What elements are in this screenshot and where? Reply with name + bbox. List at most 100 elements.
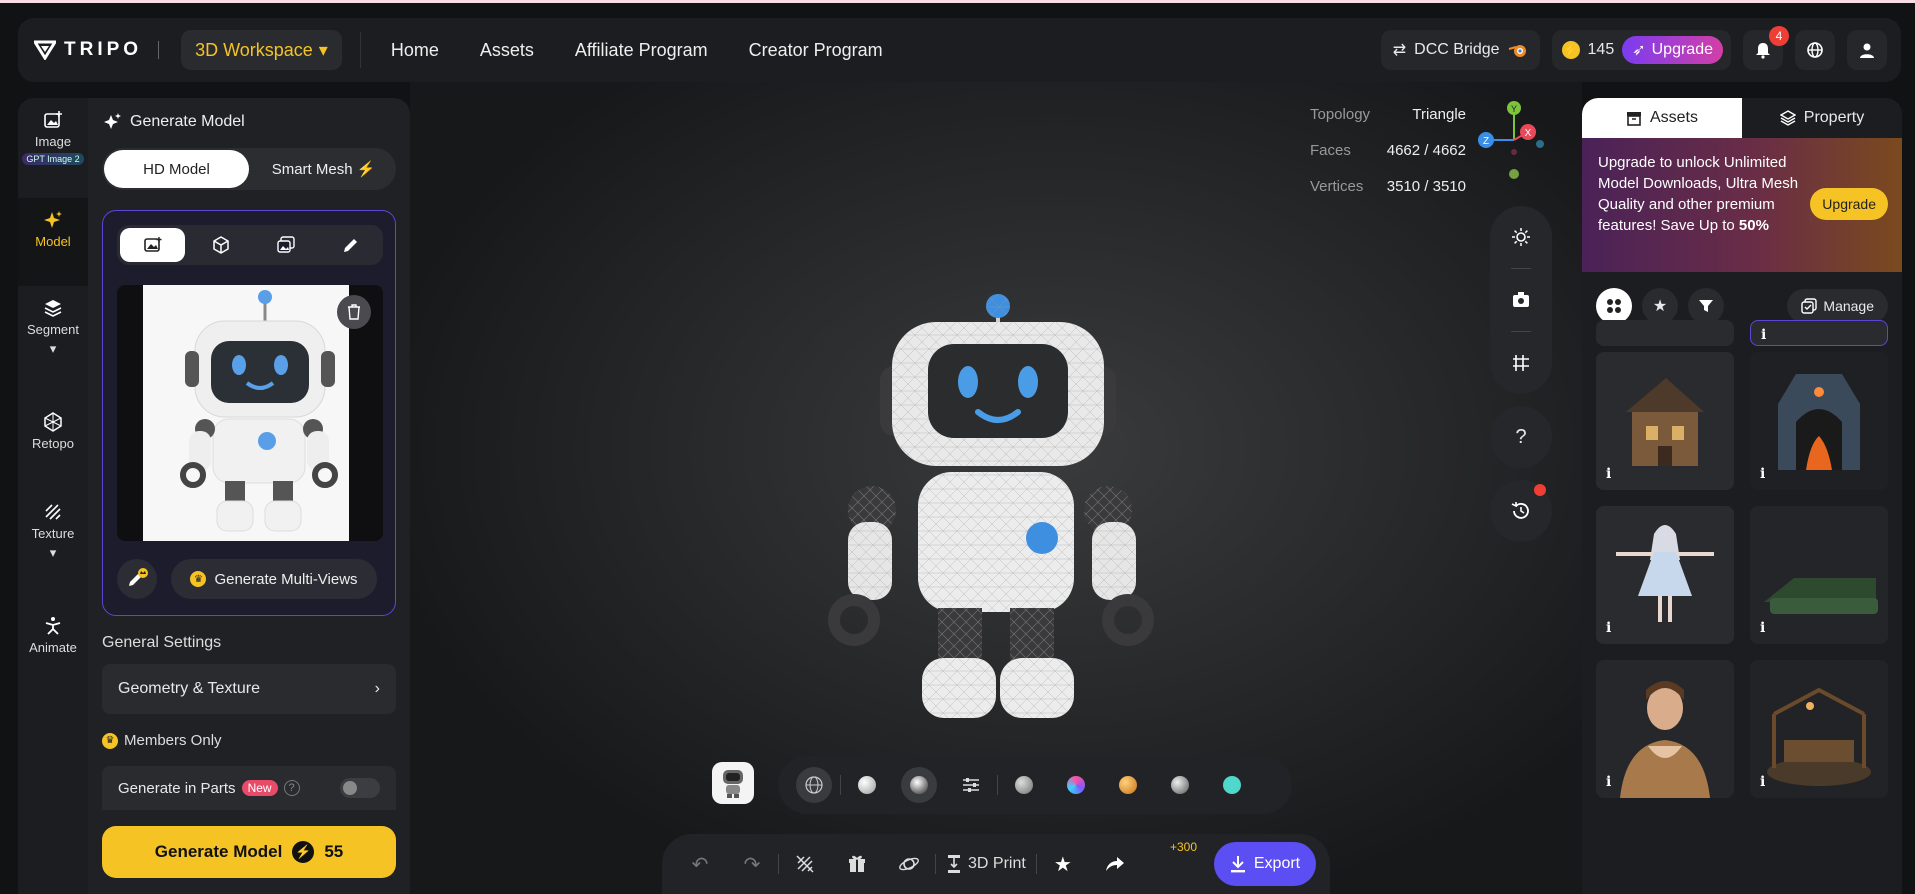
geometry-texture-row[interactable]: Geometry & Texture › <box>102 664 396 714</box>
export-button[interactable]: Export <box>1214 842 1316 886</box>
info-icon[interactable]: i <box>1606 620 1611 636</box>
rail-item-model[interactable]: Model <box>18 210 88 249</box>
info-icon[interactable]: i <box>1760 620 1765 636</box>
credits-widget[interactable]: ⚡ 145 ➶ Upgrade <box>1551 30 1731 70</box>
asset-tile-partial[interactable] <box>1596 320 1734 346</box>
info-icon[interactable]: i <box>1760 466 1765 482</box>
redo-button[interactable]: ↷ <box>726 842 778 886</box>
promo-upgrade-button[interactable]: Upgrade <box>1810 188 1888 220</box>
model-type-toggle: HD Model Smart Mesh ⚡ <box>102 148 396 190</box>
viewport-side-tools <box>1490 206 1552 394</box>
geometry-texture-label: Geometry & Texture <box>118 680 260 697</box>
wireframe-toggle[interactable] <box>788 767 840 803</box>
stack-icon <box>1779 110 1796 126</box>
axis-gizmo[interactable]: Y X Z <box>1474 98 1544 188</box>
nav-assets[interactable]: Assets <box>480 40 534 61</box>
manage-label: Manage <box>1823 298 1874 314</box>
trash-icon <box>348 304 360 320</box>
star-icon: ★ <box>1652 298 1668 315</box>
manage-button[interactable]: Manage <box>1787 289 1888 323</box>
gift-button[interactable] <box>831 842 883 886</box>
sketch-tab[interactable] <box>318 225 383 265</box>
history-button[interactable] <box>1490 480 1552 542</box>
robot-3d-model[interactable] <box>810 286 1170 730</box>
tab-assets[interactable]: Assets <box>1582 98 1742 138</box>
generate-model-button[interactable]: Generate Model ⚡ 55 <box>102 826 396 878</box>
help-icon[interactable]: ? <box>283 780 300 796</box>
camera-icon[interactable] <box>1511 290 1531 310</box>
stat-row: Topology Triangle <box>1310 96 1466 132</box>
tab-property[interactable]: Property <box>1742 98 1902 138</box>
filter-button[interactable] <box>1688 288 1724 324</box>
share-button[interactable] <box>1089 842 1141 886</box>
language-button[interactable] <box>1795 30 1835 70</box>
favorites-filter[interactable]: ★ <box>1642 288 1678 324</box>
info-icon[interactable]: i <box>1606 774 1611 790</box>
asset-tile[interactable]: i <box>1596 660 1734 798</box>
profile-button[interactable] <box>1847 30 1887 70</box>
generate-multi-views-button[interactable]: ♛ Generate Multi-Views <box>171 559 377 599</box>
material-swatch-2[interactable] <box>1050 776 1102 794</box>
workspace-dropdown[interactable]: 3D Workspace ▾ <box>181 30 342 70</box>
asset-tile-partial-selected[interactable]: i <box>1750 320 1888 346</box>
mesh-stats: Topology Triangle Faces 4662 / 4662 Vert… <box>1310 96 1466 204</box>
nav-affiliate[interactable]: Affiliate Program <box>575 40 708 61</box>
smart-mesh-tab[interactable]: Smart Mesh ⚡ <box>251 148 396 190</box>
generate-in-parts-toggle[interactable] <box>340 778 380 798</box>
favorite-button[interactable]: ★ <box>1037 842 1089 886</box>
info-icon[interactable]: i <box>1606 466 1611 482</box>
delete-image-button[interactable] <box>337 295 371 329</box>
asset-tile[interactable]: i <box>1750 660 1888 798</box>
cube-tab[interactable] <box>188 225 253 265</box>
logo-divider <box>158 41 160 59</box>
asset-tile[interactable]: i <box>1596 352 1734 490</box>
grid-axis-icon[interactable] <box>1511 353 1531 373</box>
clay-shading-button[interactable] <box>841 776 893 794</box>
hd-model-tab[interactable]: HD Model <box>104 150 249 188</box>
material-swatch-1[interactable] <box>998 776 1050 794</box>
light-icon[interactable] <box>1511 227 1531 247</box>
nav-home[interactable]: Home <box>391 40 439 61</box>
material-swatch-4[interactable] <box>1154 776 1206 794</box>
workspace-label: 3D Workspace <box>195 39 313 60</box>
single-image-tab[interactable] <box>120 228 185 262</box>
asset-tile[interactable]: i <box>1596 506 1734 644</box>
material-swatch-5[interactable] <box>1206 776 1258 794</box>
info-icon[interactable]: i <box>1761 327 1766 343</box>
material-swatch-3[interactable] <box>1102 776 1154 794</box>
all-assets-filter[interactable] <box>1596 288 1632 324</box>
3d-print-button[interactable]: 3D Print <box>936 842 1036 886</box>
undo-button[interactable]: ↶ <box>674 842 726 886</box>
layers-icon <box>44 300 62 317</box>
cube-icon <box>212 236 229 254</box>
no-texture-button[interactable] <box>779 842 831 886</box>
user-icon <box>1860 43 1874 58</box>
rail-item-image[interactable]: Image GPT Image 2 <box>18 110 88 165</box>
logo[interactable]: TRIPO <box>34 39 160 61</box>
help-button[interactable]: ? <box>1490 406 1552 468</box>
chevron-down-icon[interactable]: ▾ <box>50 341 57 357</box>
edit-image-button[interactable] <box>117 559 157 599</box>
chevron-down-icon[interactable]: ▾ <box>50 545 57 561</box>
nav-creator[interactable]: Creator Program <box>749 40 883 61</box>
dcc-bridge-button[interactable]: ⇄ DCC Bridge <box>1380 30 1540 70</box>
matcap-shading-button[interactable] <box>893 767 945 803</box>
adjust-sliders-button[interactable] <box>945 776 997 794</box>
rail-item-retopo[interactable]: Retopo <box>18 412 88 451</box>
upgrade-button[interactable]: ➶ Upgrade <box>1622 36 1723 64</box>
model-thumbnail-button[interactable] <box>712 762 754 804</box>
asset-tile[interactable]: i <box>1750 352 1888 490</box>
generate-in-parts-row: Generate in Parts New ? <box>102 766 396 810</box>
rail-item-segment[interactable]: Segment ▾ <box>18 298 88 357</box>
material-toolbar <box>778 756 1292 814</box>
rail-label: Model <box>35 234 71 249</box>
asset-tile[interactable]: i <box>1750 506 1888 644</box>
rail-item-animate[interactable]: Animate <box>18 616 88 655</box>
notification-count: 4 <box>1769 26 1789 46</box>
multi-image-tab[interactable] <box>253 225 318 265</box>
ar-view-button[interactable] <box>883 842 935 886</box>
notifications-button[interactable]: 4 <box>1743 26 1789 70</box>
rail-item-texture[interactable]: Texture ▾ <box>18 502 88 561</box>
rocket-icon: ➶ <box>1632 42 1646 59</box>
info-icon[interactable]: i <box>1760 774 1765 790</box>
